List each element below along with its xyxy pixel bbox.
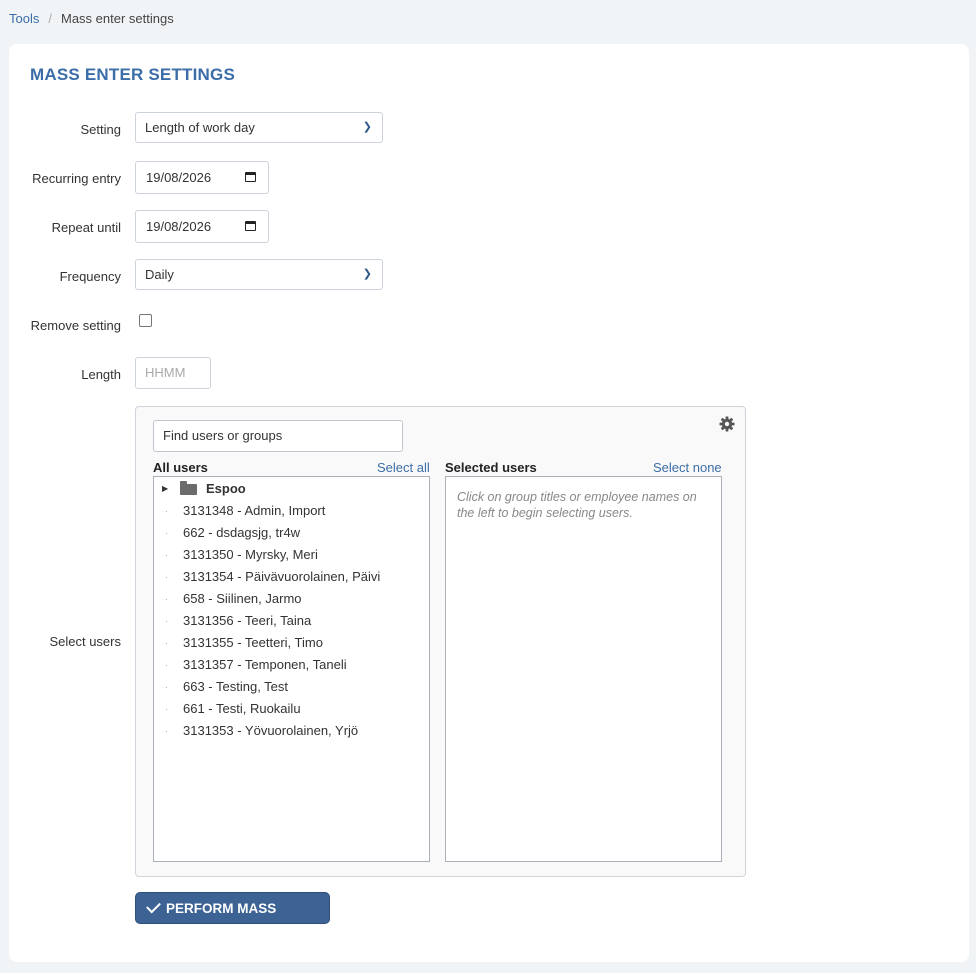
tree-dot-icon: · (165, 506, 168, 516)
perform-mass-entry-label: PERFORM MASS ENTRY (147, 901, 277, 946)
repeat-until-label: Repeat until (51, 220, 121, 235)
user-selector: Find users or groups All users Select al… (135, 406, 746, 877)
user-name: 662 - dsdagsjg, tr4w (183, 525, 301, 540)
user-name: 3131350 - Myrsky, Meri (183, 547, 318, 562)
frequency-label: Frequency (59, 269, 121, 284)
list-item[interactable]: · 661 - Testi, Ruokailu (154, 698, 429, 720)
user-name: 3131353 - Yövuorolainen, Yrjö (183, 723, 359, 738)
remove-setting-checkbox[interactable] (139, 314, 152, 327)
selection-hint: Click on group titles or employee names … (457, 490, 697, 520)
selected-users-header: Selected users (445, 460, 537, 475)
list-item[interactable]: · 662 - dsdagsjg, tr4w (154, 522, 429, 544)
frequency-select[interactable]: Daily ❯ (135, 259, 383, 290)
recurring-entry-date-input[interactable]: 19/08/2026 (135, 161, 269, 194)
checkmark-icon (146, 898, 161, 914)
calendar-icon[interactable] (245, 172, 256, 182)
breadcrumb-current: Mass enter settings (60, 11, 174, 26)
select-users-label: Select users (49, 634, 121, 649)
select-none-link[interactable]: Select none (653, 460, 722, 475)
user-name: 663 - Testing, Test (183, 679, 289, 694)
remove-setting-label: Remove setting (30, 318, 121, 333)
user-name: 3131355 - Teetteri, Timo (183, 635, 323, 650)
length-input[interactable]: HHMM (135, 357, 211, 389)
find-users-input[interactable]: Find users or groups (153, 420, 403, 452)
list-item[interactable]: · 3131348 - Admin, Import (154, 500, 429, 522)
tree-dot-icon: · (165, 726, 168, 736)
user-name: 658 - Siilinen, Jarmo (183, 591, 302, 606)
user-name: 3131357 - Temponen, Taneli (183, 657, 347, 672)
user-name: 3131354 - Päivävuorolainen, Päivi (183, 569, 381, 584)
frequency-select-value: Daily (145, 267, 174, 282)
page-title: MASS ENTER SETTINGS (30, 65, 235, 84)
setting-select[interactable]: Length of work day ❯ (135, 112, 383, 143)
tree-dot-icon: · (165, 550, 168, 560)
gear-icon[interactable] (719, 416, 735, 432)
chevron-down-icon: ❯ (362, 121, 372, 133)
group-espoo[interactable]: ▶ Espoo (154, 478, 429, 500)
setting-select-value: Length of work day (145, 120, 255, 135)
list-item[interactable]: · 3131353 - Yövuorolainen, Yrjö (154, 720, 429, 742)
setting-label: Setting (80, 122, 121, 137)
length-placeholder: HHMM (145, 365, 186, 380)
find-users-placeholder: Find users or groups (163, 428, 283, 443)
list-item[interactable]: · 3131350 - Myrsky, Meri (154, 544, 429, 566)
list-item[interactable]: · 3131357 - Temponen, Taneli (154, 654, 429, 676)
repeat-until-date-input[interactable]: 19/08/2026 (135, 210, 269, 243)
user-name: 661 - Testi, Ruokailu (183, 701, 301, 716)
breadcrumb-tools-link[interactable]: Tools (9, 11, 39, 26)
perform-mass-entry-button[interactable]: PERFORM MASS ENTRY (135, 892, 330, 946)
tree-dot-icon: · (165, 704, 168, 714)
list-item[interactable]: · 3131354 - Päivävuorolainen, Päivi (154, 566, 429, 588)
all-users-list: ▶ Espoo · 3131348 - Admin, Import · 662 - … (153, 476, 430, 862)
length-label: Length (81, 367, 121, 382)
list-item[interactable]: · 658 - Siilinen, Jarmo (154, 588, 429, 610)
selected-users-list: Click on group titles or employee names … (445, 476, 722, 862)
all-users-header: All users (153, 460, 208, 475)
select-all-link[interactable]: Select all (377, 460, 430, 475)
folder-icon (180, 481, 197, 495)
repeat-until-value: 19/08/2026 (146, 219, 212, 234)
recurring-entry-value: 19/08/2026 (146, 170, 212, 185)
group-name: Espoo (206, 481, 246, 496)
tree-dot-icon: · (165, 682, 168, 692)
tree-dot-icon: · (165, 616, 168, 626)
tree-dot-icon: · (165, 660, 168, 670)
list-item[interactable]: · 3131355 - Teetteri, Timo (154, 632, 429, 654)
user-name: 3131356 - Teeri, Taina (183, 613, 312, 628)
settings-card: MASS ENTER SETTINGS Setting Length of wo… (9, 44, 969, 962)
list-item[interactable]: · 3131356 - Teeri, Taina (154, 610, 429, 632)
tree-dot-icon: · (165, 572, 168, 582)
tree-dot-icon: · (165, 528, 168, 538)
calendar-icon[interactable] (245, 221, 256, 231)
expand-arrow-icon[interactable]: ▶ (162, 478, 168, 500)
breadcrumb: Tools / Mass enter settings (9, 11, 174, 26)
breadcrumb-separator: / (48, 11, 52, 26)
chevron-down-icon: ❯ (362, 268, 372, 280)
tree-dot-icon: · (165, 638, 168, 648)
tree-dot-icon: · (165, 594, 168, 604)
list-item[interactable]: · 663 - Testing, Test (154, 676, 429, 698)
user-name: 3131348 - Admin, Import (183, 503, 326, 518)
recurring-entry-label: Recurring entry (32, 171, 121, 186)
